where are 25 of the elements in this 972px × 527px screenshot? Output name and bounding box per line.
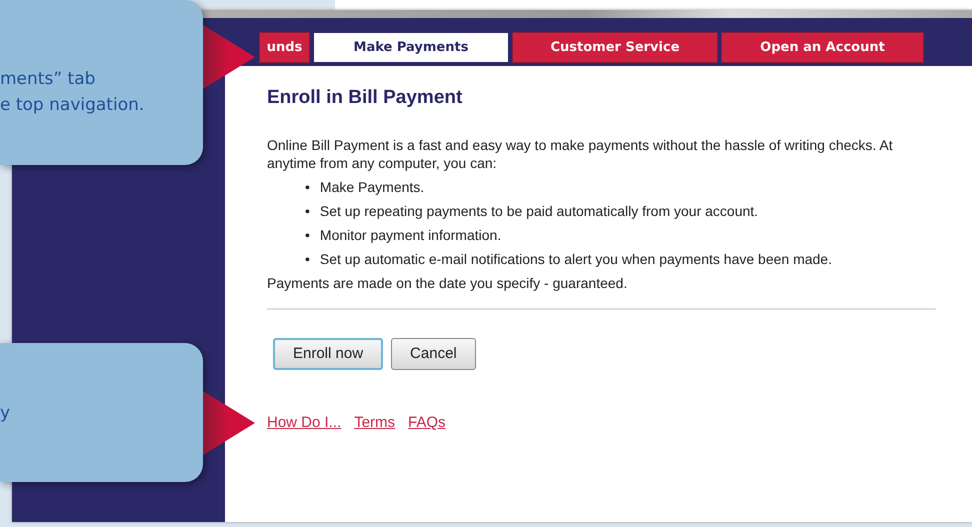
callout-text: ments” tab [0,68,96,90]
bullet-marker: • [305,202,310,220]
bullet-marker: • [305,178,310,196]
bullet-item: Make Payments. [320,178,424,196]
bullet-marker: • [305,226,310,244]
footer-link[interactable]: How Do I... [267,414,342,432]
pointer-arrow-icon [203,25,255,89]
page-heading: Enroll in Bill Payment [267,86,464,110]
callout-text: y [0,402,12,424]
nav-tab[interactable]: Customer Service [512,32,718,63]
pointer-arrow-icon [203,391,255,455]
callout-text: e top navigation. [0,94,146,116]
intro-text: Online Bill Payment is a fast and easy way to make payments without the hassle of writing checks. At anytime from any computer, you can: [267,136,894,172]
bullet-item: Monitor payment information. [320,226,502,244]
footer-link[interactable]: FAQs [408,414,446,432]
bullet-item: Set up repeating payments to be paid automatically from your account. [320,202,758,220]
form-button[interactable]: Enroll now [273,338,384,370]
bullet-item: Set up automatic e-mail notifications to alert you when payments have been made. [320,250,832,268]
nav-tab[interactable]: Make Payments [313,32,509,63]
bullet-marker: • [305,250,310,268]
note-text: Payments are made on the date you specify - guaranteed. [267,274,628,292]
nav-tab[interactable]: Open an Account [721,32,924,63]
form-button[interactable]: Cancel [391,338,476,370]
nav-tab[interactable]: unds [259,32,310,63]
footer-link[interactable]: Terms [354,414,396,432]
